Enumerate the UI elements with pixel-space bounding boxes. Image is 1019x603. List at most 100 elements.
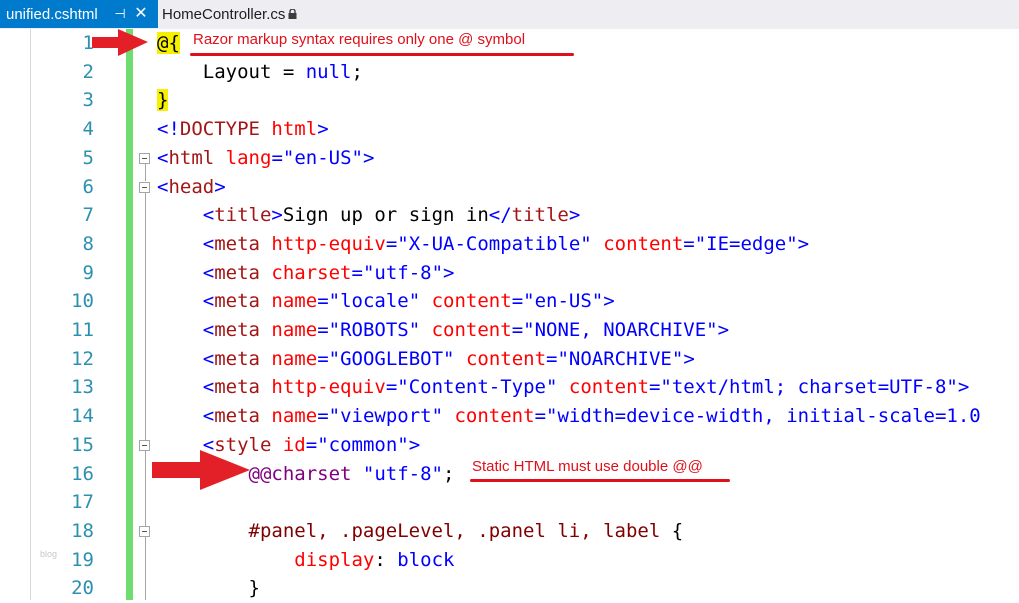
close-icon[interactable]: ✕ <box>133 4 149 24</box>
code-token: head <box>168 175 215 198</box>
code-line[interactable]: } <box>157 86 169 115</box>
code-token: = <box>511 319 524 341</box>
code-token: meta <box>214 347 260 370</box>
code-token: #panel, .pageLevel, .panel li, label <box>157 519 672 542</box>
line-number: 10 <box>71 290 94 313</box>
line-number: 9 <box>82 261 94 284</box>
collapse-toggle[interactable] <box>139 181 150 193</box>
line-number: 8 <box>82 232 94 255</box>
code-line[interactable]: <!DOCTYPE html> <box>157 115 329 144</box>
line-number: 7 <box>82 204 94 227</box>
code-line[interactable]: @{ <box>157 29 180 58</box>
tab-homecontroller-cs[interactable]: HomeController.cs <box>158 0 310 28</box>
code-token: name <box>271 319 318 341</box>
code-token: < <box>157 319 215 341</box>
code-token: > <box>603 290 615 313</box>
code-token: ; <box>443 462 455 485</box>
code-line[interactable]: <meta name="viewport" content="width=dev… <box>157 402 981 431</box>
code-token: meta <box>214 405 260 428</box>
code-line[interactable]: <title>Sign up or sign in</title> <box>157 201 581 230</box>
code-token: = <box>317 405 329 428</box>
code-line[interactable]: <meta name="locale" content="en-US"> <box>157 287 615 316</box>
tab-unified-cshtml[interactable]: unified.cshtml ⊣ ✕ <box>0 0 158 28</box>
code-token: content <box>465 347 547 370</box>
code-line[interactable]: <meta http-equiv="Content-Type" content=… <box>157 373 970 402</box>
code-token: = <box>511 290 524 313</box>
code-token: < <box>157 347 215 370</box>
line-number: 4 <box>82 118 94 141</box>
outline-guide <box>145 536 146 600</box>
code-token: > <box>717 319 730 341</box>
code-token: "en-US" <box>282 146 363 169</box>
code-token: name <box>271 405 318 428</box>
code-token: < <box>157 290 215 313</box>
code-line[interactable]: <meta name="GOOGLEBOT" content="NOARCHIV… <box>157 345 695 374</box>
code-token: content <box>454 405 535 428</box>
code-token: "Content-Type" <box>397 376 558 399</box>
code-token: null <box>305 60 352 83</box>
annotation-arrow-2 <box>152 450 250 490</box>
code-line[interactable]: <head> <box>157 173 226 202</box>
code-token: html <box>168 146 215 169</box>
code-token: = <box>271 146 283 169</box>
line-number: 20 <box>71 577 94 600</box>
code-line[interactable]: <meta http-equiv="X-UA-Compatible" conte… <box>157 230 809 259</box>
pin-icon[interactable]: ⊣ <box>112 4 128 24</box>
code-token: content <box>568 376 649 399</box>
code-token: @@charset <box>248 462 352 485</box>
code-editor[interactable]: blog 1 2 3 4 5 6 7 8 9 10 11 12 13 14 15 16 17 18 19 20 @{ … <box>0 29 1019 600</box>
code-token: = <box>534 405 547 428</box>
outline-guide <box>145 163 146 182</box>
code-token: content <box>603 232 684 255</box>
code-token: = <box>317 290 329 313</box>
line-number: 6 <box>82 175 94 198</box>
code-token: = <box>546 347 558 370</box>
code-token: < <box>157 175 169 198</box>
code-token: http-equiv <box>271 376 386 399</box>
code-token: = <box>317 347 329 370</box>
collapse-toggle[interactable] <box>139 439 150 451</box>
code-token: lang <box>225 146 272 169</box>
code-line[interactable]: #panel, .pageLevel, .panel li, label { <box>157 517 684 546</box>
code-token: name <box>271 347 318 370</box>
code-token: display <box>294 548 375 571</box>
code-token: "GOOGLEBOT" <box>328 347 455 370</box>
code-token: "en-US" <box>523 290 604 313</box>
code-token: block <box>397 548 455 571</box>
code-line[interactable]: } <box>157 574 260 603</box>
code-token: "IE=edge" <box>694 232 798 255</box>
code-token: "ROBOTS" <box>328 319 421 341</box>
code-line[interactable]: <meta charset="utf-8"> <box>157 259 455 288</box>
code-line[interactable]: display: block <box>157 546 454 575</box>
code-token: title <box>511 204 569 227</box>
code-token: "common" <box>317 433 409 456</box>
code-token: = <box>648 376 661 399</box>
line-number: 11 <box>71 319 94 341</box>
code-token: = <box>385 232 398 255</box>
code-token: @{ <box>157 32 180 54</box>
line-number: 19 <box>71 548 94 571</box>
code-token: <! <box>157 118 180 141</box>
collapse-toggle[interactable] <box>139 525 150 537</box>
code-token: < <box>157 146 169 169</box>
code-line[interactable]: Layout = null; <box>157 58 363 87</box>
code-token: } <box>157 577 260 600</box>
code-line[interactable]: <html lang="en-US"> <box>157 144 374 173</box>
line-number: 3 <box>82 89 94 112</box>
code-line[interactable]: <meta name="ROBOTS" content="NONE, NOARC… <box>157 316 729 345</box>
code-token: > <box>362 146 375 169</box>
code-token: "locale" <box>328 290 421 313</box>
lock-icon <box>288 9 297 19</box>
code-token: : <box>374 548 398 571</box>
code-token: < <box>157 232 215 255</box>
collapse-toggle[interactable] <box>139 152 150 164</box>
code-token: > <box>957 376 970 399</box>
